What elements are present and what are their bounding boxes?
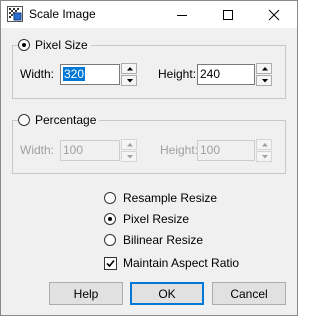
percent-width-label: Width: (20, 143, 55, 157)
arrow-up-icon (127, 143, 133, 147)
cancel-button[interactable]: Cancel (212, 282, 286, 305)
scale-image-app-icon (7, 6, 23, 22)
bilinear-resize-radio[interactable] (104, 234, 116, 246)
pixel-width-spinner[interactable] (121, 63, 137, 86)
pixel-width-down-button[interactable] (121, 75, 137, 86)
percent-width-input[interactable]: 100 (60, 140, 120, 161)
minimize-button[interactable] (159, 1, 205, 28)
pixel-height-input[interactable]: 240 (197, 64, 255, 85)
arrow-up-icon (262, 143, 268, 147)
scale-image-dialog: Scale Image Pixel Size Width: 320 Height… (0, 0, 298, 316)
resample-resize-label: Resample Resize (123, 191, 218, 205)
arrow-down-icon (262, 79, 268, 83)
resample-resize-radio[interactable] (104, 192, 116, 204)
pixel-width-up-button[interactable] (121, 63, 137, 74)
pixel-resize-option[interactable]: Pixel Resize (104, 211, 189, 227)
pixel-height-up-button[interactable] (256, 63, 272, 74)
pixel-size-label: Pixel Size (35, 38, 88, 52)
close-button[interactable] (251, 1, 297, 28)
ok-button-label: OK (158, 286, 176, 301)
help-button-label: Help (73, 286, 99, 301)
percent-height-down-button[interactable] (256, 151, 272, 162)
pixel-height-value: 240 (200, 67, 221, 81)
arrow-up-icon (127, 67, 133, 71)
bilinear-resize-label: Bilinear Resize (123, 233, 204, 247)
pixel-resize-radio[interactable] (104, 213, 116, 225)
pixel-width-input[interactable]: 320 (60, 64, 120, 85)
percentage-radio[interactable]: Percentage (18, 112, 100, 128)
pixel-height-spinner[interactable] (256, 63, 272, 86)
close-icon (268, 9, 280, 21)
percent-width-up-button[interactable] (121, 139, 137, 150)
pixel-size-radio[interactable]: Pixel Size (18, 37, 91, 53)
help-button[interactable]: Help (49, 282, 123, 305)
ok-button[interactable]: OK (130, 282, 204, 305)
percent-height-up-button[interactable] (256, 139, 272, 150)
percent-height-spinner[interactable] (256, 139, 272, 162)
pixel-height-label: Height: (158, 67, 197, 81)
maintain-aspect-ratio-checkbox[interactable] (104, 256, 117, 270)
percent-height-label: Height: (160, 143, 199, 157)
percentage-label: Percentage (35, 113, 97, 127)
cancel-button-label: Cancel (230, 286, 268, 301)
percentage-radio-button[interactable] (18, 114, 30, 126)
arrow-down-icon (127, 155, 133, 159)
pixel-size-radio-button[interactable] (18, 39, 30, 51)
minimize-icon (177, 15, 187, 16)
percent-height-value: 100 (200, 143, 221, 157)
percent-width-down-button[interactable] (121, 151, 137, 162)
arrow-down-icon (127, 79, 133, 83)
title-bar[interactable]: Scale Image (1, 1, 297, 28)
pixel-height-down-button[interactable] (256, 75, 272, 86)
arrow-down-icon (262, 155, 268, 159)
pixel-width-label: Width: (20, 67, 55, 81)
percent-width-spinner[interactable] (121, 139, 137, 162)
bilinear-resize-option[interactable]: Bilinear Resize (104, 232, 203, 248)
maximize-icon (223, 10, 233, 20)
arrow-up-icon (262, 67, 268, 71)
pixel-width-value: 320 (63, 67, 86, 81)
checkmark-icon (106, 259, 115, 267)
percent-width-value: 100 (63, 143, 84, 157)
maintain-aspect-ratio-option[interactable]: Maintain Aspect Ratio (104, 255, 239, 271)
window-title: Scale Image (29, 7, 96, 21)
resample-resize-option[interactable]: Resample Resize (104, 190, 217, 206)
maintain-aspect-ratio-label: Maintain Aspect Ratio (123, 256, 240, 270)
maximize-button[interactable] (205, 1, 251, 28)
percent-height-input[interactable]: 100 (197, 140, 255, 161)
pixel-resize-label: Pixel Resize (123, 212, 190, 226)
